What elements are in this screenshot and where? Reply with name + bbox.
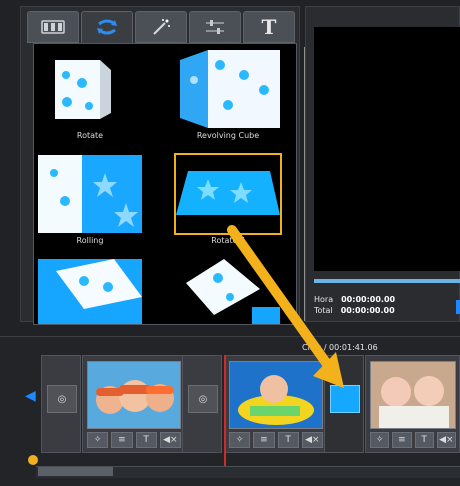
sliders-icon[interactable]: ≡ bbox=[392, 432, 412, 448]
timeline-header: Clips / 00:01:41.06 bbox=[302, 343, 378, 352]
text-icon: T bbox=[261, 15, 277, 39]
total-value: 00:00:00.00 bbox=[340, 306, 395, 315]
mute-icon[interactable]: ◀× bbox=[301, 432, 323, 448]
mute-icon[interactable]: ◀× bbox=[159, 432, 181, 448]
thumbnail bbox=[38, 50, 142, 128]
rotate-ii-transition-thumbnail bbox=[330, 385, 360, 413]
text-icon[interactable]: T bbox=[277, 432, 299, 448]
text-icon[interactable]: T bbox=[135, 432, 157, 448]
transition-label: Rotate bbox=[76, 131, 104, 140]
transition-slot[interactable]: ◎ bbox=[41, 355, 81, 453]
transition-label: Revolving Cube bbox=[196, 131, 260, 140]
thumbnail bbox=[176, 259, 280, 324]
clip-image bbox=[229, 361, 323, 429]
timeline-scroll-thumb[interactable] bbox=[38, 467, 113, 476]
storyboard-timeline: Clips / 00:01:41.06 ◀ ◎ ✧ ≡ T ◀× ◎ ✧ ≡ T… bbox=[0, 336, 460, 486]
magic-wand-icon[interactable]: ✧ bbox=[87, 432, 109, 448]
thumbnail bbox=[176, 50, 280, 128]
preview-panel: Hora 00:00:00.00 Total 00:00:00.00 bbox=[305, 6, 460, 322]
hora-value: 00:00:00.00 bbox=[341, 295, 396, 304]
text-icon[interactable]: T bbox=[414, 432, 434, 448]
transition-revolving-cube[interactable]: Revolving Cube bbox=[176, 50, 280, 140]
total-label: Total bbox=[314, 306, 333, 315]
film-icon bbox=[41, 20, 65, 34]
thumbnail bbox=[38, 155, 142, 233]
timeline-left-arrow-icon[interactable]: ◀ bbox=[25, 388, 36, 404]
transition-gallery: Rotate Revolving Cube Rolling Rotate II bbox=[33, 43, 297, 325]
clip-image bbox=[87, 361, 181, 429]
transition-rotate-ii[interactable]: Rotate II bbox=[174, 153, 282, 245]
tab-text[interactable]: T bbox=[243, 11, 295, 43]
clip-3[interactable]: ✧ ≡ T ◀× bbox=[365, 355, 460, 453]
transition-slot-rotate-ii[interactable] bbox=[324, 355, 364, 453]
library-tabs: T bbox=[27, 11, 295, 43]
clip-image bbox=[370, 361, 456, 429]
sliders-icon bbox=[206, 20, 224, 34]
audio-icon[interactable] bbox=[28, 455, 38, 465]
mute-icon[interactable]: ◀× bbox=[436, 432, 456, 448]
transition-rotate[interactable]: Rotate bbox=[38, 50, 142, 140]
app-window: T Rotate Revolving Cube Rolling Rotate I… bbox=[0, 0, 460, 486]
playback-progress-bar[interactable] bbox=[314, 279, 460, 283]
timecode-display: Hora 00:00:00.00 Total 00:00:00.00 bbox=[314, 294, 410, 320]
magic-wand-icon bbox=[153, 19, 170, 35]
tab-transition[interactable] bbox=[81, 11, 133, 43]
clip-controls: ✧ ≡ T ◀× bbox=[87, 432, 181, 448]
clip-2[interactable]: ✧ ≡ T ◀× bbox=[224, 355, 327, 453]
hora-label: Hora bbox=[314, 295, 334, 304]
magic-wand-icon[interactable]: ✧ bbox=[229, 432, 251, 448]
tab-effects[interactable] bbox=[135, 11, 187, 43]
tab-adjust[interactable] bbox=[189, 11, 241, 43]
clip-controls: ✧ ≡ T ◀× bbox=[229, 432, 323, 448]
transition-icon bbox=[97, 19, 117, 35]
transition-slot[interactable]: ◎ bbox=[182, 355, 222, 453]
thumbnail bbox=[174, 153, 282, 235]
transition-item[interactable] bbox=[176, 259, 280, 324]
sliders-icon[interactable]: ≡ bbox=[253, 432, 275, 448]
playhead-marker[interactable] bbox=[224, 355, 226, 471]
thumbnail bbox=[38, 259, 142, 324]
transition-rolling[interactable]: Rolling bbox=[38, 155, 142, 245]
clip-controls: ✧ ≡ T ◀× bbox=[370, 432, 456, 448]
transition-panel: T Rotate Revolving Cube Rolling Rotate I… bbox=[20, 6, 316, 325]
transition-item[interactable] bbox=[38, 259, 142, 324]
sliders-icon[interactable]: ≡ bbox=[111, 432, 133, 448]
film-reel-icon: ◎ bbox=[47, 385, 77, 413]
transition-label: Rolling bbox=[76, 236, 104, 245]
magic-wand-icon[interactable]: ✧ bbox=[370, 432, 390, 448]
film-reel-icon: ◎ bbox=[188, 385, 218, 413]
video-preview bbox=[314, 27, 460, 271]
transition-label: Rotate II bbox=[211, 236, 245, 245]
play-button-icon[interactable] bbox=[456, 300, 460, 314]
tab-film[interactable] bbox=[27, 11, 79, 43]
clip-1[interactable]: ✧ ≡ T ◀× bbox=[82, 355, 185, 453]
